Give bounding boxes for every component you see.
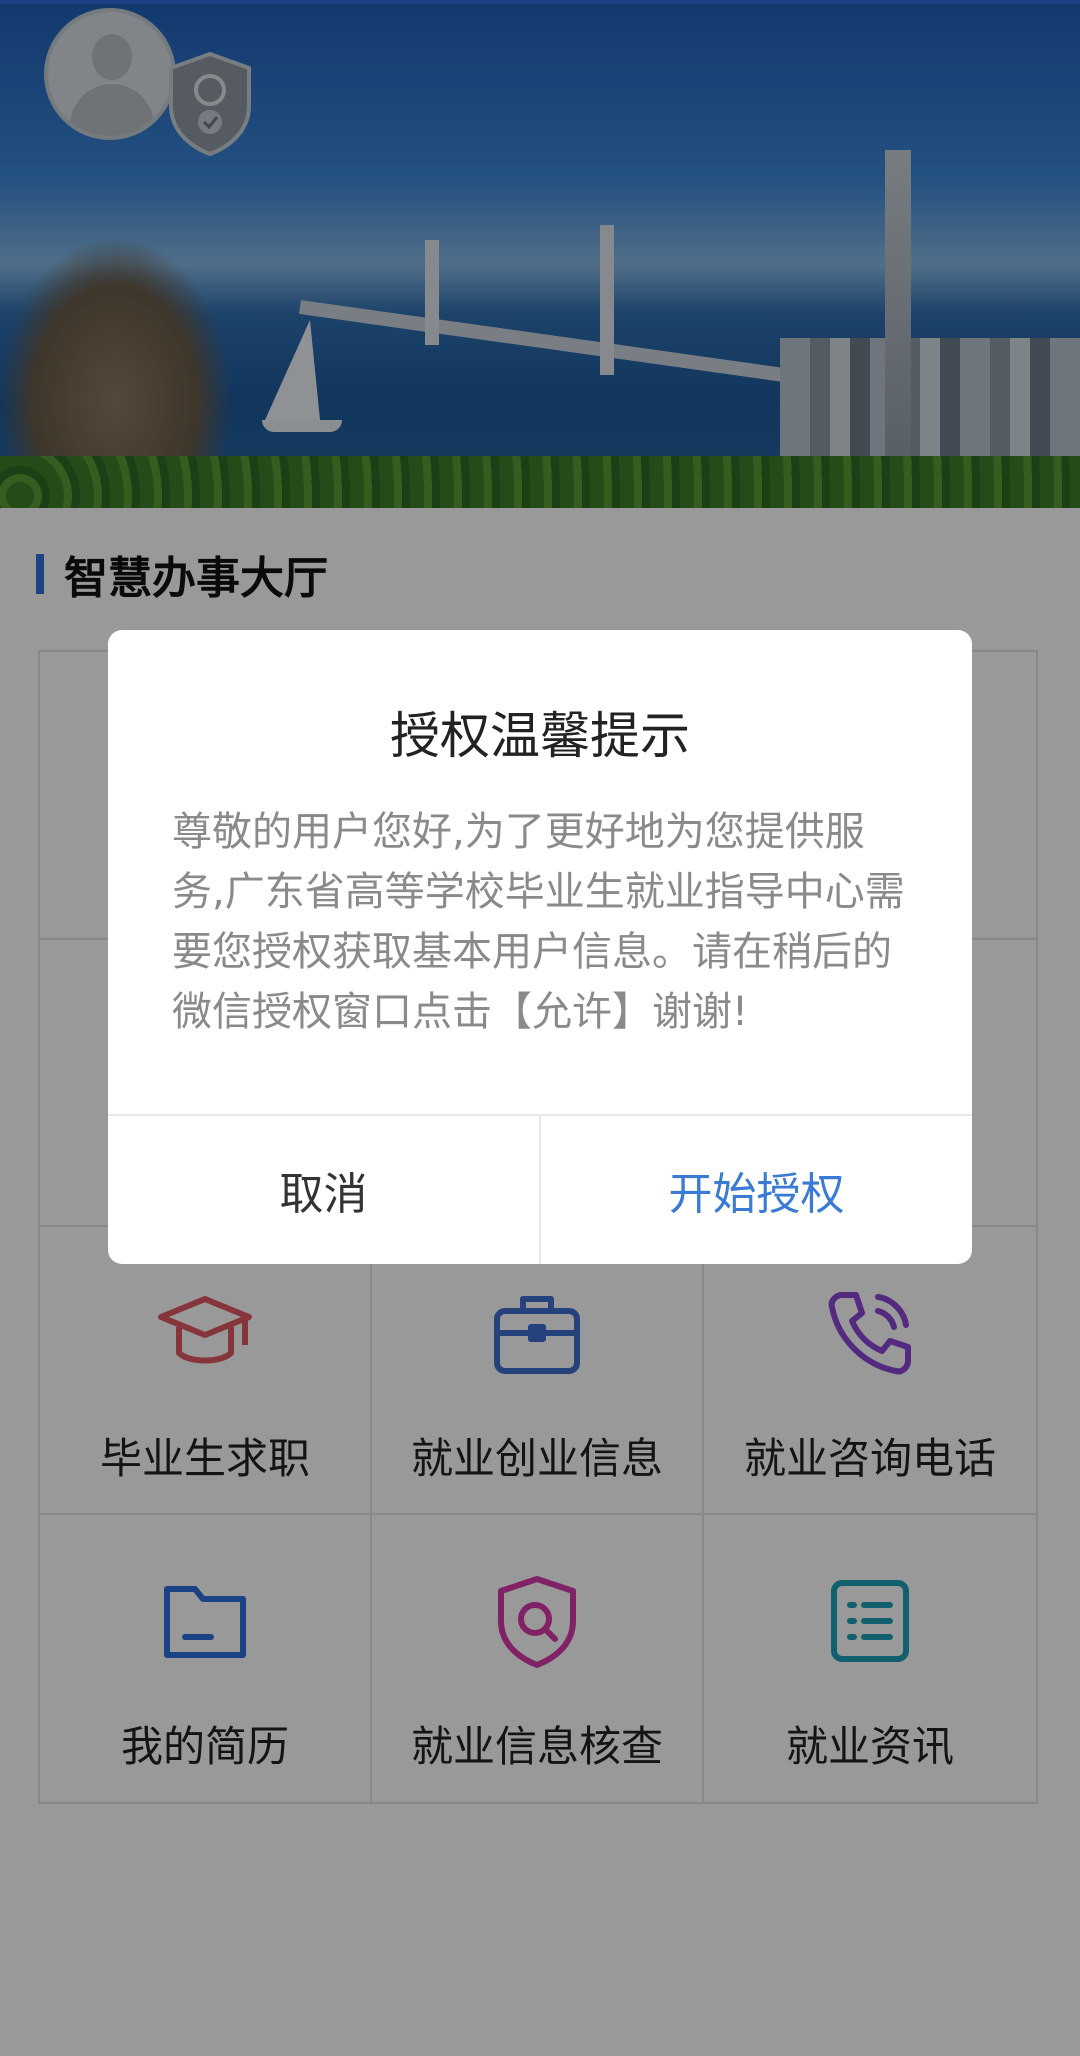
- cancel-button[interactable]: 取消: [108, 1116, 541, 1264]
- start-authorization-button[interactable]: 开始授权: [541, 1116, 972, 1264]
- dialog-title: 授权温馨提示: [390, 707, 690, 765]
- authorization-dialog: 授权温馨提示 尊敬的用户您好,为了更好地为您提供服务,广东省高等学校毕业生就业指…: [108, 630, 972, 1264]
- dialog-message: 尊敬的用户您好,为了更好地为您提供服务,广东省高等学校毕业生就业指导中心需要您授…: [172, 809, 905, 1035]
- dialog-actions: 取消 开始授权: [108, 1114, 972, 1264]
